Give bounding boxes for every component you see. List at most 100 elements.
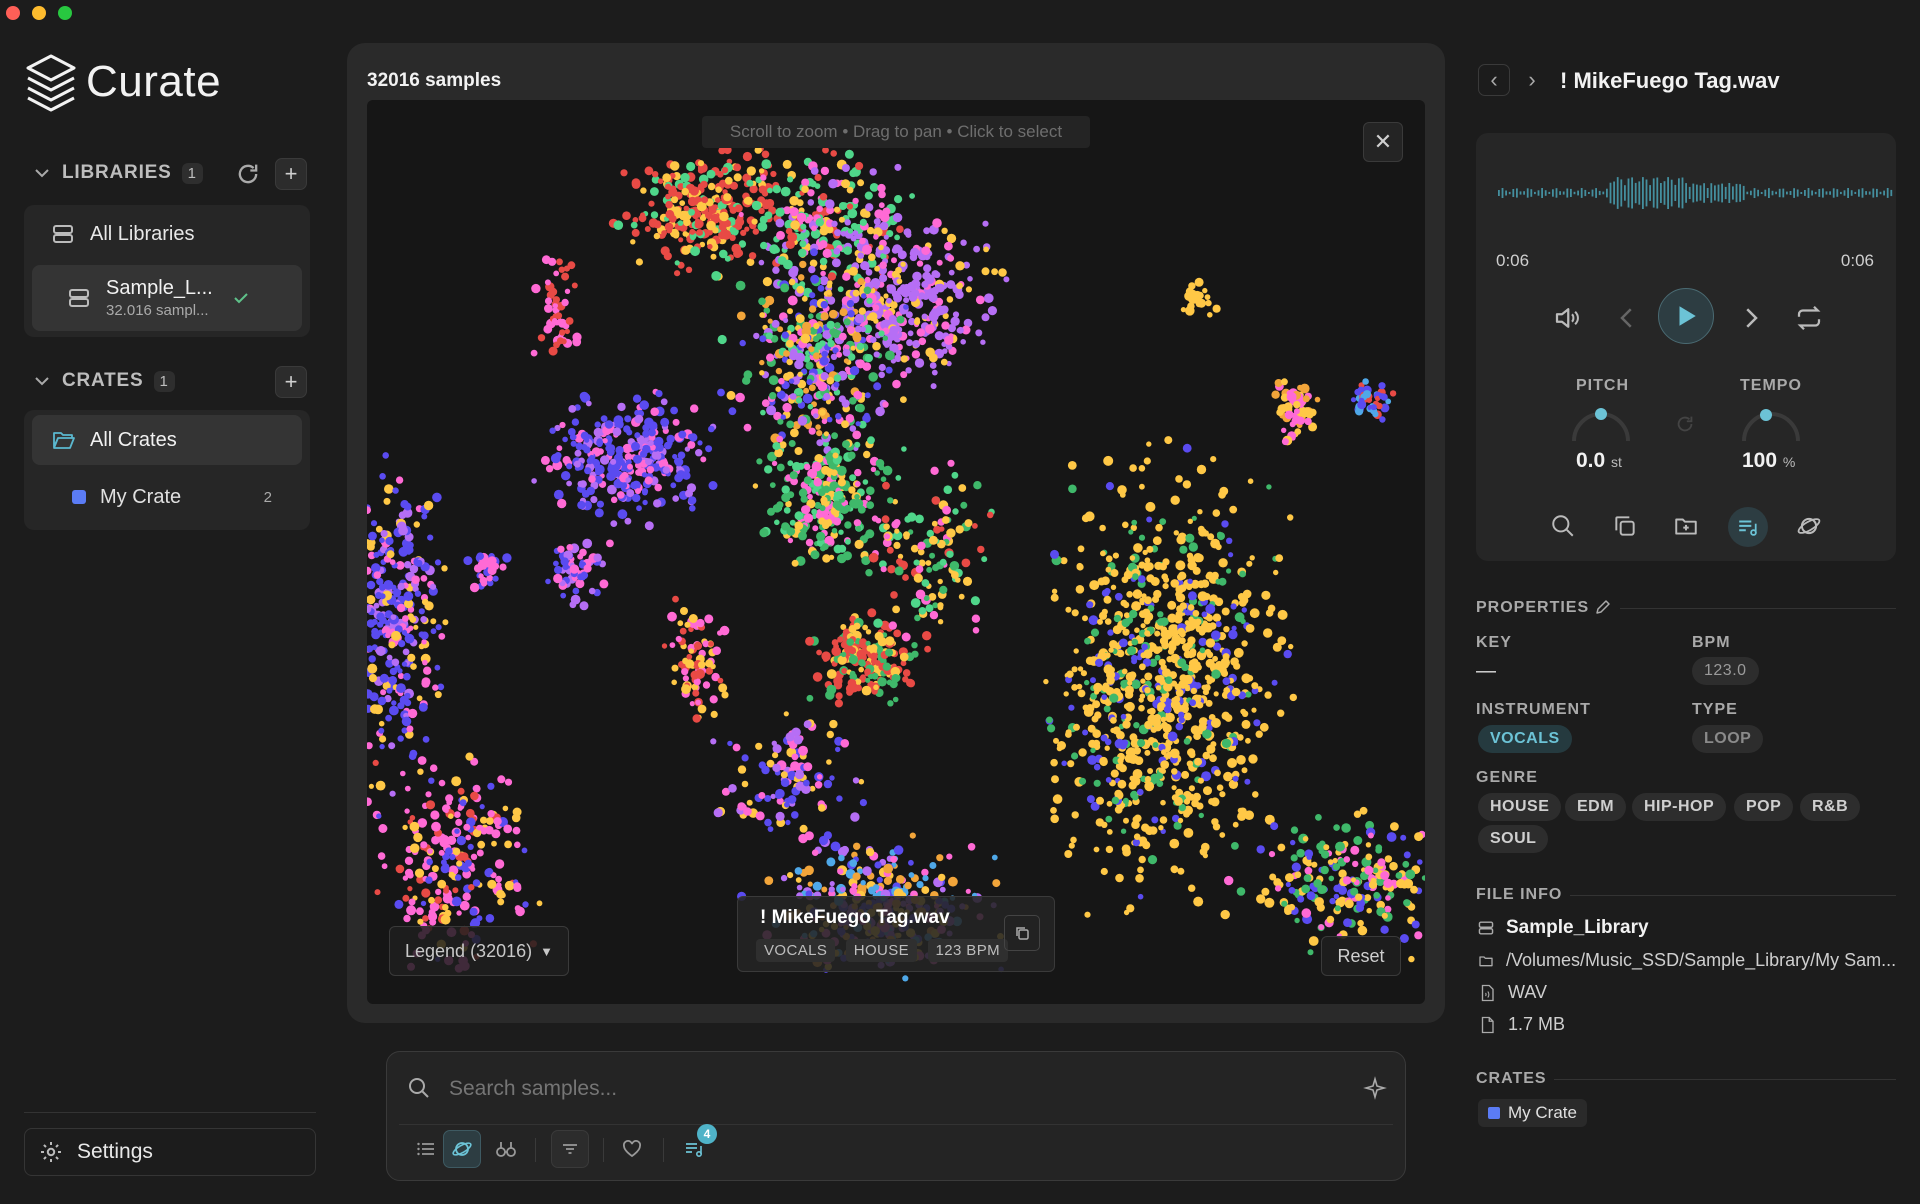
sample-point[interactable] [380, 530, 388, 538]
sample-point[interactable] [1352, 860, 1359, 868]
sample-point[interactable] [1114, 592, 1123, 601]
sample-point[interactable] [812, 881, 822, 891]
sample-point[interactable] [420, 631, 429, 640]
sample-point[interactable] [1138, 465, 1146, 472]
sample-point[interactable] [1105, 815, 1113, 823]
sample-point[interactable] [607, 437, 613, 443]
minimize-window-button[interactable] [32, 6, 46, 20]
sample-point[interactable] [803, 463, 811, 471]
sample-point[interactable] [952, 508, 959, 515]
sample-point[interactable] [1231, 842, 1239, 850]
sample-point[interactable] [819, 240, 828, 249]
sample-point[interactable] [1293, 408, 1300, 415]
sample-point[interactable] [1402, 860, 1410, 868]
sample-point[interactable] [1194, 757, 1203, 766]
sample-point[interactable] [842, 440, 850, 449]
sample-point[interactable] [902, 574, 909, 581]
sample-point[interactable] [1285, 881, 1291, 888]
sample-point[interactable] [874, 861, 882, 869]
sample-point[interactable] [1131, 573, 1139, 581]
sample-point[interactable] [858, 307, 866, 315]
sample-point[interactable] [848, 647, 857, 655]
sample-point[interactable] [922, 875, 929, 882]
sample-point[interactable] [931, 286, 939, 295]
sample-point[interactable] [807, 881, 813, 887]
sample-point[interactable] [1171, 785, 1177, 791]
genre-chip[interactable]: HIP-HOP [1632, 793, 1727, 821]
sample-point[interactable] [881, 515, 890, 524]
sample-point[interactable] [557, 545, 565, 553]
sample-point[interactable] [865, 268, 873, 276]
sample-point[interactable] [866, 297, 873, 304]
sample-point[interactable] [1077, 689, 1086, 698]
sample-point[interactable] [1118, 764, 1127, 773]
sample-point[interactable] [808, 265, 816, 274]
sample-point[interactable] [396, 683, 406, 693]
sample-point[interactable] [895, 266, 902, 274]
sample-point[interactable] [465, 752, 474, 761]
sample-point[interactable] [855, 161, 864, 171]
sample-point[interactable] [776, 435, 784, 443]
sample-point[interactable] [558, 318, 567, 328]
sample-point[interactable] [1183, 798, 1191, 805]
sample-point[interactable] [479, 804, 485, 810]
sample-point[interactable] [795, 388, 802, 396]
sample-point[interactable] [569, 564, 579, 574]
sample-point[interactable] [769, 244, 779, 255]
sample-point[interactable] [502, 553, 512, 563]
sample-point[interactable] [1386, 832, 1397, 842]
sample-point[interactable] [1202, 689, 1209, 696]
sample-point[interactable] [982, 220, 989, 227]
sample-point[interactable] [671, 664, 679, 672]
sample-point[interactable] [864, 668, 871, 676]
sample-point[interactable] [619, 481, 628, 490]
sample-point[interactable] [944, 241, 953, 251]
sample-point[interactable] [1101, 576, 1110, 585]
sample-point[interactable] [402, 824, 408, 831]
sample-point[interactable] [847, 208, 858, 219]
sample-point[interactable] [690, 404, 699, 413]
sample-point[interactable] [556, 258, 563, 266]
sample-point[interactable] [776, 230, 785, 240]
sample-point[interactable] [367, 566, 372, 575]
sample-point[interactable] [854, 481, 861, 487]
sample-point[interactable] [1290, 839, 1296, 846]
sample-point[interactable] [1146, 441, 1152, 447]
sample-point[interactable] [477, 560, 488, 570]
skip-back-button[interactable] [1612, 303, 1642, 338]
sample-point[interactable] [669, 642, 676, 648]
sample-point[interactable] [442, 863, 450, 870]
sample-point[interactable] [1173, 530, 1179, 536]
sample-point[interactable] [421, 598, 429, 606]
sample-point[interactable] [1170, 629, 1179, 638]
sample-point[interactable] [842, 551, 852, 561]
sample-point[interactable] [680, 607, 688, 615]
sample-point[interactable] [780, 186, 791, 197]
sample-point[interactable] [1333, 824, 1340, 831]
sample-point[interactable] [854, 494, 860, 500]
sample-point[interactable] [865, 495, 871, 501]
sample-point[interactable] [367, 619, 376, 628]
sample-point[interactable] [849, 887, 857, 895]
sample-point[interactable] [984, 293, 994, 303]
sample-point[interactable] [717, 388, 725, 397]
sample-point[interactable] [1143, 564, 1151, 572]
sample-point[interactable] [389, 705, 399, 716]
sample-point[interactable] [397, 668, 403, 674]
sample-point[interactable] [846, 203, 854, 210]
sample-point[interactable] [1159, 636, 1169, 646]
sample-point[interactable] [1112, 552, 1119, 559]
sample-point[interactable] [513, 882, 522, 891]
sample-point[interactable] [1167, 600, 1177, 610]
sample-point[interactable] [1090, 628, 1100, 637]
sample-point[interactable] [760, 174, 767, 181]
sample-point[interactable] [865, 569, 873, 577]
sample-point[interactable] [590, 496, 598, 504]
sample-point[interactable] [712, 646, 721, 655]
sample-point[interactable] [386, 654, 393, 661]
sample-point[interactable] [783, 259, 793, 270]
sample-point[interactable] [1255, 730, 1263, 738]
sample-point[interactable] [833, 374, 842, 382]
sample-point[interactable] [818, 804, 826, 812]
sample-point[interactable] [1205, 699, 1213, 707]
